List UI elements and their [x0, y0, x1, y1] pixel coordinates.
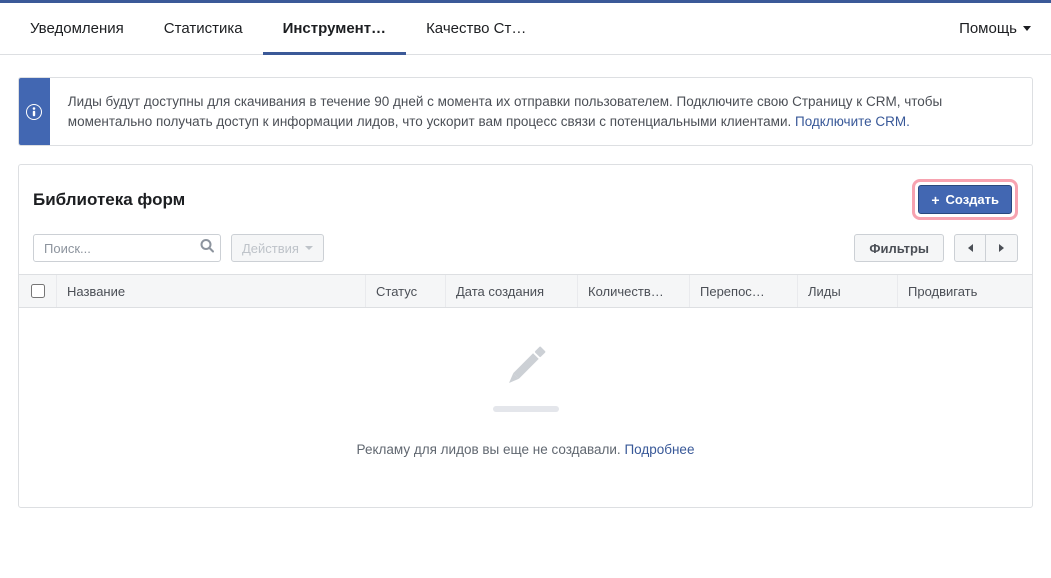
- column-name[interactable]: Название: [57, 275, 366, 307]
- tab-statistics[interactable]: Статистика: [144, 3, 263, 55]
- column-repost[interactable]: Перепос…: [690, 275, 798, 307]
- create-button[interactable]: + Создать: [918, 185, 1012, 214]
- nav-tabs: Уведомления Статистика Инструмент… Качес…: [10, 3, 546, 55]
- empty-message: Рекламу для лидов вы еще не создавали.: [357, 442, 625, 457]
- tab-notifications[interactable]: Уведомления: [10, 3, 144, 55]
- chevron-down-icon: [1023, 26, 1031, 31]
- tab-tools[interactable]: Инструмент…: [263, 3, 406, 55]
- info-banner: Лиды будут доступны для скачивания в теч…: [18, 77, 1033, 146]
- search-container: [33, 234, 221, 262]
- info-icon: [26, 104, 42, 120]
- empty-state: Рекламу для лидов вы еще не создавали. П…: [19, 308, 1032, 457]
- select-all-checkbox[interactable]: [31, 284, 45, 298]
- section-header: Библиотека форм + Создать: [19, 165, 1032, 230]
- info-icon-container: [19, 78, 50, 145]
- plus-icon: +: [931, 193, 939, 207]
- create-button-label: Создать: [946, 192, 999, 207]
- column-leads[interactable]: Лиды: [798, 275, 898, 307]
- actions-label: Действия: [242, 241, 299, 256]
- help-menu[interactable]: Помощь: [959, 20, 1041, 37]
- search-icon: [199, 238, 215, 259]
- create-button-highlight: + Создать: [912, 179, 1018, 220]
- column-date[interactable]: Дата создания: [446, 275, 578, 307]
- empty-text-line: Рекламу для лидов вы еще не создавали. П…: [19, 442, 1032, 457]
- table-header: Название Статус Дата создания Количеств……: [19, 274, 1032, 308]
- empty-illustration: [19, 336, 1032, 412]
- tab-quality[interactable]: Качество Ст…: [406, 3, 546, 55]
- connect-crm-link[interactable]: Подключите CRM.: [795, 114, 910, 129]
- learn-more-link[interactable]: Подробнее: [624, 442, 694, 457]
- content-area: Лиды будут доступны для скачивания в теч…: [0, 55, 1051, 548]
- toolbar: Действия Фильтры: [19, 230, 1032, 274]
- pencil-underline: [493, 406, 559, 412]
- column-count[interactable]: Количеств…: [578, 275, 690, 307]
- chevron-right-icon: [999, 244, 1004, 252]
- chevron-left-icon: [968, 244, 973, 252]
- filters-button[interactable]: Фильтры: [854, 234, 944, 262]
- column-status[interactable]: Статус: [366, 275, 446, 307]
- section-title: Библиотека форм: [33, 190, 185, 210]
- help-label: Помощь: [959, 20, 1017, 37]
- pencil-icon: [496, 336, 556, 396]
- pager-prev-button[interactable]: [954, 234, 986, 262]
- column-checkbox: [19, 275, 57, 307]
- pager-next-button[interactable]: [986, 234, 1018, 262]
- forms-library-section: Библиотека форм + Создать Действия Фильт…: [18, 164, 1033, 508]
- search-input[interactable]: [33, 234, 221, 262]
- column-promote[interactable]: Продвигать: [898, 275, 1032, 307]
- chevron-down-icon: [305, 246, 313, 250]
- actions-dropdown[interactable]: Действия: [231, 234, 324, 262]
- main-nav: Уведомления Статистика Инструмент… Качес…: [0, 3, 1051, 55]
- pager: [954, 234, 1018, 262]
- info-body: Лиды будут доступны для скачивания в теч…: [50, 78, 1032, 145]
